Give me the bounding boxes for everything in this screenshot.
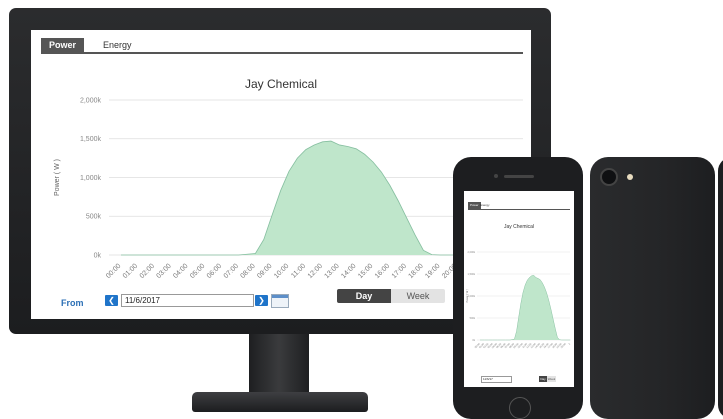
mobile-chart-title: Jay Chemical: [503, 224, 534, 230]
phone-screen: Power Energy Jay Chemical 0k 500k 1,000k 1,…: [464, 191, 574, 387]
y-tick-label: 2,000k: [80, 97, 102, 104]
x-tick-label: 02:00: [139, 263, 156, 280]
x-tick-label: 08:00: [239, 263, 256, 280]
phone-back: [590, 157, 715, 419]
speaker-grille: [504, 175, 534, 178]
x-tick-label: 06:00: [206, 263, 223, 280]
y-tick-label: 1,500k: [80, 136, 102, 143]
next-date-button[interactable]: ❯: [255, 295, 268, 306]
x-tick-label: 01:00: [122, 263, 139, 280]
monitor-base: [192, 392, 368, 412]
mobile-tab-divider: [468, 209, 570, 210]
chart-tabs: Power Energy: [41, 38, 523, 54]
chart-title: Jay Chemical: [244, 77, 318, 91]
y-tick-label: 2,000k: [467, 251, 475, 254]
x-tick-label: 13:00: [323, 263, 340, 280]
y-tick-label: 500k: [470, 317, 476, 320]
x-tick-label: 04:00: [172, 263, 189, 280]
flash-icon: [627, 174, 633, 180]
phone-front: Power Energy Jay Chemical 0k 500k 1,000k 1,…: [453, 157, 583, 419]
tab-energy[interactable]: Energy: [95, 38, 140, 52]
x-tick-label: 07:00: [223, 263, 240, 280]
x-tick-label: 16:00: [374, 263, 391, 280]
rear-camera-icon: [600, 168, 618, 186]
chevron-left-icon: ❮: [108, 296, 115, 305]
x-tick-label: 00:00: [105, 263, 122, 280]
mobile-day-button[interactable]: Day: [539, 376, 547, 382]
y-axis-label: Power ( W ): [54, 159, 61, 196]
mobile-power-chart: 0k500k1,000k1,500k2,000k00:0001:0002:000…: [466, 251, 572, 349]
mobile-tab-energy[interactable]: Energy: [480, 202, 490, 209]
home-button: [509, 397, 531, 419]
x-tick-label: 10:00: [273, 263, 290, 280]
y-tick-label: 0k: [472, 339, 475, 342]
x-tick-label: 17:00: [391, 263, 408, 280]
x-tick-label: 09:00: [256, 263, 273, 280]
tab-power[interactable]: Power: [41, 38, 85, 52]
x-tick-label: 12:00: [307, 263, 324, 280]
chevron-right-icon: ❯: [258, 296, 265, 305]
x-tick-label: 18:00: [407, 263, 424, 280]
x-tick-label: 11:00: [290, 263, 307, 280]
phone-edge: [718, 157, 723, 419]
x-tick-label: 20:00: [560, 342, 567, 349]
date-input[interactable]: 11/6/2017: [121, 294, 254, 307]
from-label: From: [61, 298, 84, 308]
front-camera-icon: [494, 174, 498, 178]
x-tick-label: 19:00: [424, 263, 441, 280]
mobile-tab-power[interactable]: Power: [468, 202, 481, 209]
x-tick-label: 05:00: [189, 263, 206, 280]
mobile-week-button[interactable]: Week: [547, 376, 556, 382]
day-button[interactable]: Day: [337, 289, 391, 303]
x-tick-label: 14:00: [340, 263, 357, 280]
mobile-date-input[interactable]: 11/6/17: [481, 376, 512, 383]
x-tick-label: 2: [568, 342, 572, 346]
monitor-neck: [249, 334, 309, 396]
y-axis-label: Power ( W ): [466, 289, 469, 302]
prev-date-button[interactable]: ❮: [105, 295, 118, 306]
calendar-icon[interactable]: [271, 294, 289, 308]
y-tick-label: 0k: [94, 252, 102, 259]
y-tick-label: 1,000k: [80, 175, 102, 182]
x-tick-label: 03:00: [155, 263, 172, 280]
x-tick-label: 15:00: [357, 263, 374, 280]
y-tick-label: 500k: [86, 214, 102, 221]
week-button[interactable]: Week: [391, 289, 445, 303]
y-tick-label: 1,500k: [467, 273, 475, 276]
